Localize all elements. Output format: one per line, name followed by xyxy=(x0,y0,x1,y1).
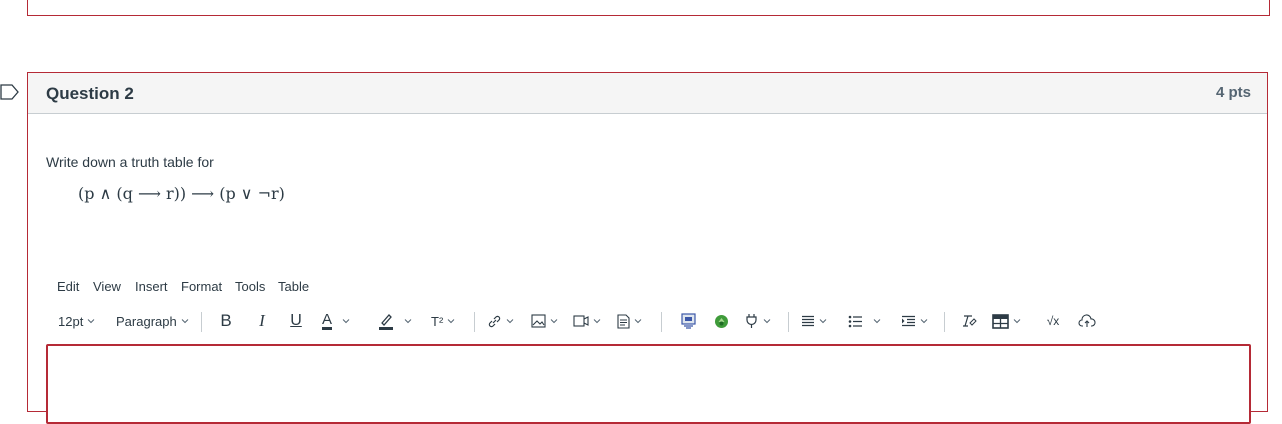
text-color-icon: A xyxy=(322,311,333,330)
document-button[interactable] xyxy=(617,309,642,333)
italic-button[interactable]: I xyxy=(252,309,272,333)
cloud-upload-icon xyxy=(1078,314,1096,327)
image-button[interactable] xyxy=(531,309,558,333)
highlight-color-button[interactable] xyxy=(378,309,412,333)
chevron-down-icon xyxy=(593,319,601,324)
chevron-down-icon xyxy=(634,319,642,324)
menu-tools[interactable]: Tools xyxy=(235,279,265,294)
equation-icon: √x xyxy=(1046,314,1060,328)
answer-editor[interactable] xyxy=(46,344,1251,424)
chevron-down-icon xyxy=(87,319,95,324)
table-button[interactable] xyxy=(992,309,1021,333)
toolbar-separator xyxy=(788,312,789,332)
link-button[interactable] xyxy=(487,309,514,333)
previous-question-card xyxy=(27,0,1270,16)
chevron-down-icon xyxy=(404,319,412,324)
clear-formatting-button[interactable] xyxy=(959,309,979,333)
highlighter-icon xyxy=(379,314,393,330)
chevron-down-icon xyxy=(920,319,928,324)
chevron-down-icon xyxy=(763,319,771,324)
align-button[interactable] xyxy=(801,309,827,333)
external-tool-button[interactable] xyxy=(711,309,731,333)
question-card: Question 2 4 pts Write down a truth tabl… xyxy=(27,72,1268,424)
recycle-tool-icon xyxy=(714,314,728,328)
chevron-down-icon xyxy=(181,319,189,324)
equation-button[interactable]: √x xyxy=(1042,309,1064,333)
bold-icon: B xyxy=(220,311,232,330)
text-color-button[interactable]: A xyxy=(322,309,350,333)
menu-view[interactable]: View xyxy=(93,279,121,294)
block-format-select[interactable]: Paragraph xyxy=(116,309,189,333)
editor-toolbar: 12pt Paragraph B I U A T² √x xyxy=(46,309,1256,333)
chevron-down-icon xyxy=(447,319,455,324)
chevron-down-icon xyxy=(819,319,827,324)
chevron-down-icon xyxy=(550,319,558,324)
upload-button[interactable] xyxy=(1076,309,1098,333)
indent-icon xyxy=(902,315,915,326)
clear-formatting-icon xyxy=(963,315,977,327)
table-icon xyxy=(992,313,1009,329)
media-button[interactable] xyxy=(573,309,601,333)
font-size-value: 12pt xyxy=(58,313,84,329)
menu-insert[interactable]: Insert xyxy=(135,279,168,294)
menu-format[interactable]: Format xyxy=(181,279,222,294)
question-formula: (p ∧ (q ⟶ r)) ⟶ (p ∨ ¬r) xyxy=(78,184,285,203)
link-icon xyxy=(488,315,501,327)
app-plugin-icon xyxy=(680,313,696,329)
plug-icon xyxy=(746,314,757,328)
font-size-select[interactable]: 12pt xyxy=(58,309,95,333)
underline-icon: U xyxy=(290,312,302,329)
plugins-button[interactable] xyxy=(744,309,771,333)
underline-button[interactable]: U xyxy=(286,309,306,333)
apps-button[interactable] xyxy=(678,309,698,333)
italic-icon: I xyxy=(259,311,265,330)
block-format-value: Paragraph xyxy=(116,313,177,329)
menu-table[interactable]: Table xyxy=(278,279,309,294)
superscript-button[interactable]: T² xyxy=(431,309,455,333)
toolbar-separator xyxy=(661,312,662,332)
question-points: 4 pts xyxy=(1215,84,1251,101)
chevron-down-icon xyxy=(342,319,350,324)
superscript-icon: T² xyxy=(431,313,444,329)
question-title: Question 2 xyxy=(46,84,134,103)
chevron-down-icon xyxy=(506,319,514,324)
menu-edit[interactable]: Edit xyxy=(57,279,79,294)
toolbar-separator xyxy=(201,312,202,332)
toolbar-separator xyxy=(944,312,945,332)
bullet-list-button[interactable] xyxy=(848,309,881,333)
chevron-down-icon xyxy=(873,319,881,324)
chevron-down-icon xyxy=(1013,319,1021,324)
question-header: Question 2 4 pts xyxy=(28,73,1267,114)
question-prompt: Write down a truth table for xyxy=(46,154,214,170)
document-icon xyxy=(617,313,630,329)
toolbar-separator xyxy=(474,312,475,332)
align-justify-icon xyxy=(802,315,814,326)
flag-question-icon[interactable] xyxy=(0,84,20,100)
media-icon xyxy=(573,315,589,327)
bold-button[interactable]: B xyxy=(216,309,236,333)
indent-button[interactable] xyxy=(901,309,928,333)
image-icon xyxy=(531,314,546,328)
bullet-list-icon xyxy=(848,315,862,327)
